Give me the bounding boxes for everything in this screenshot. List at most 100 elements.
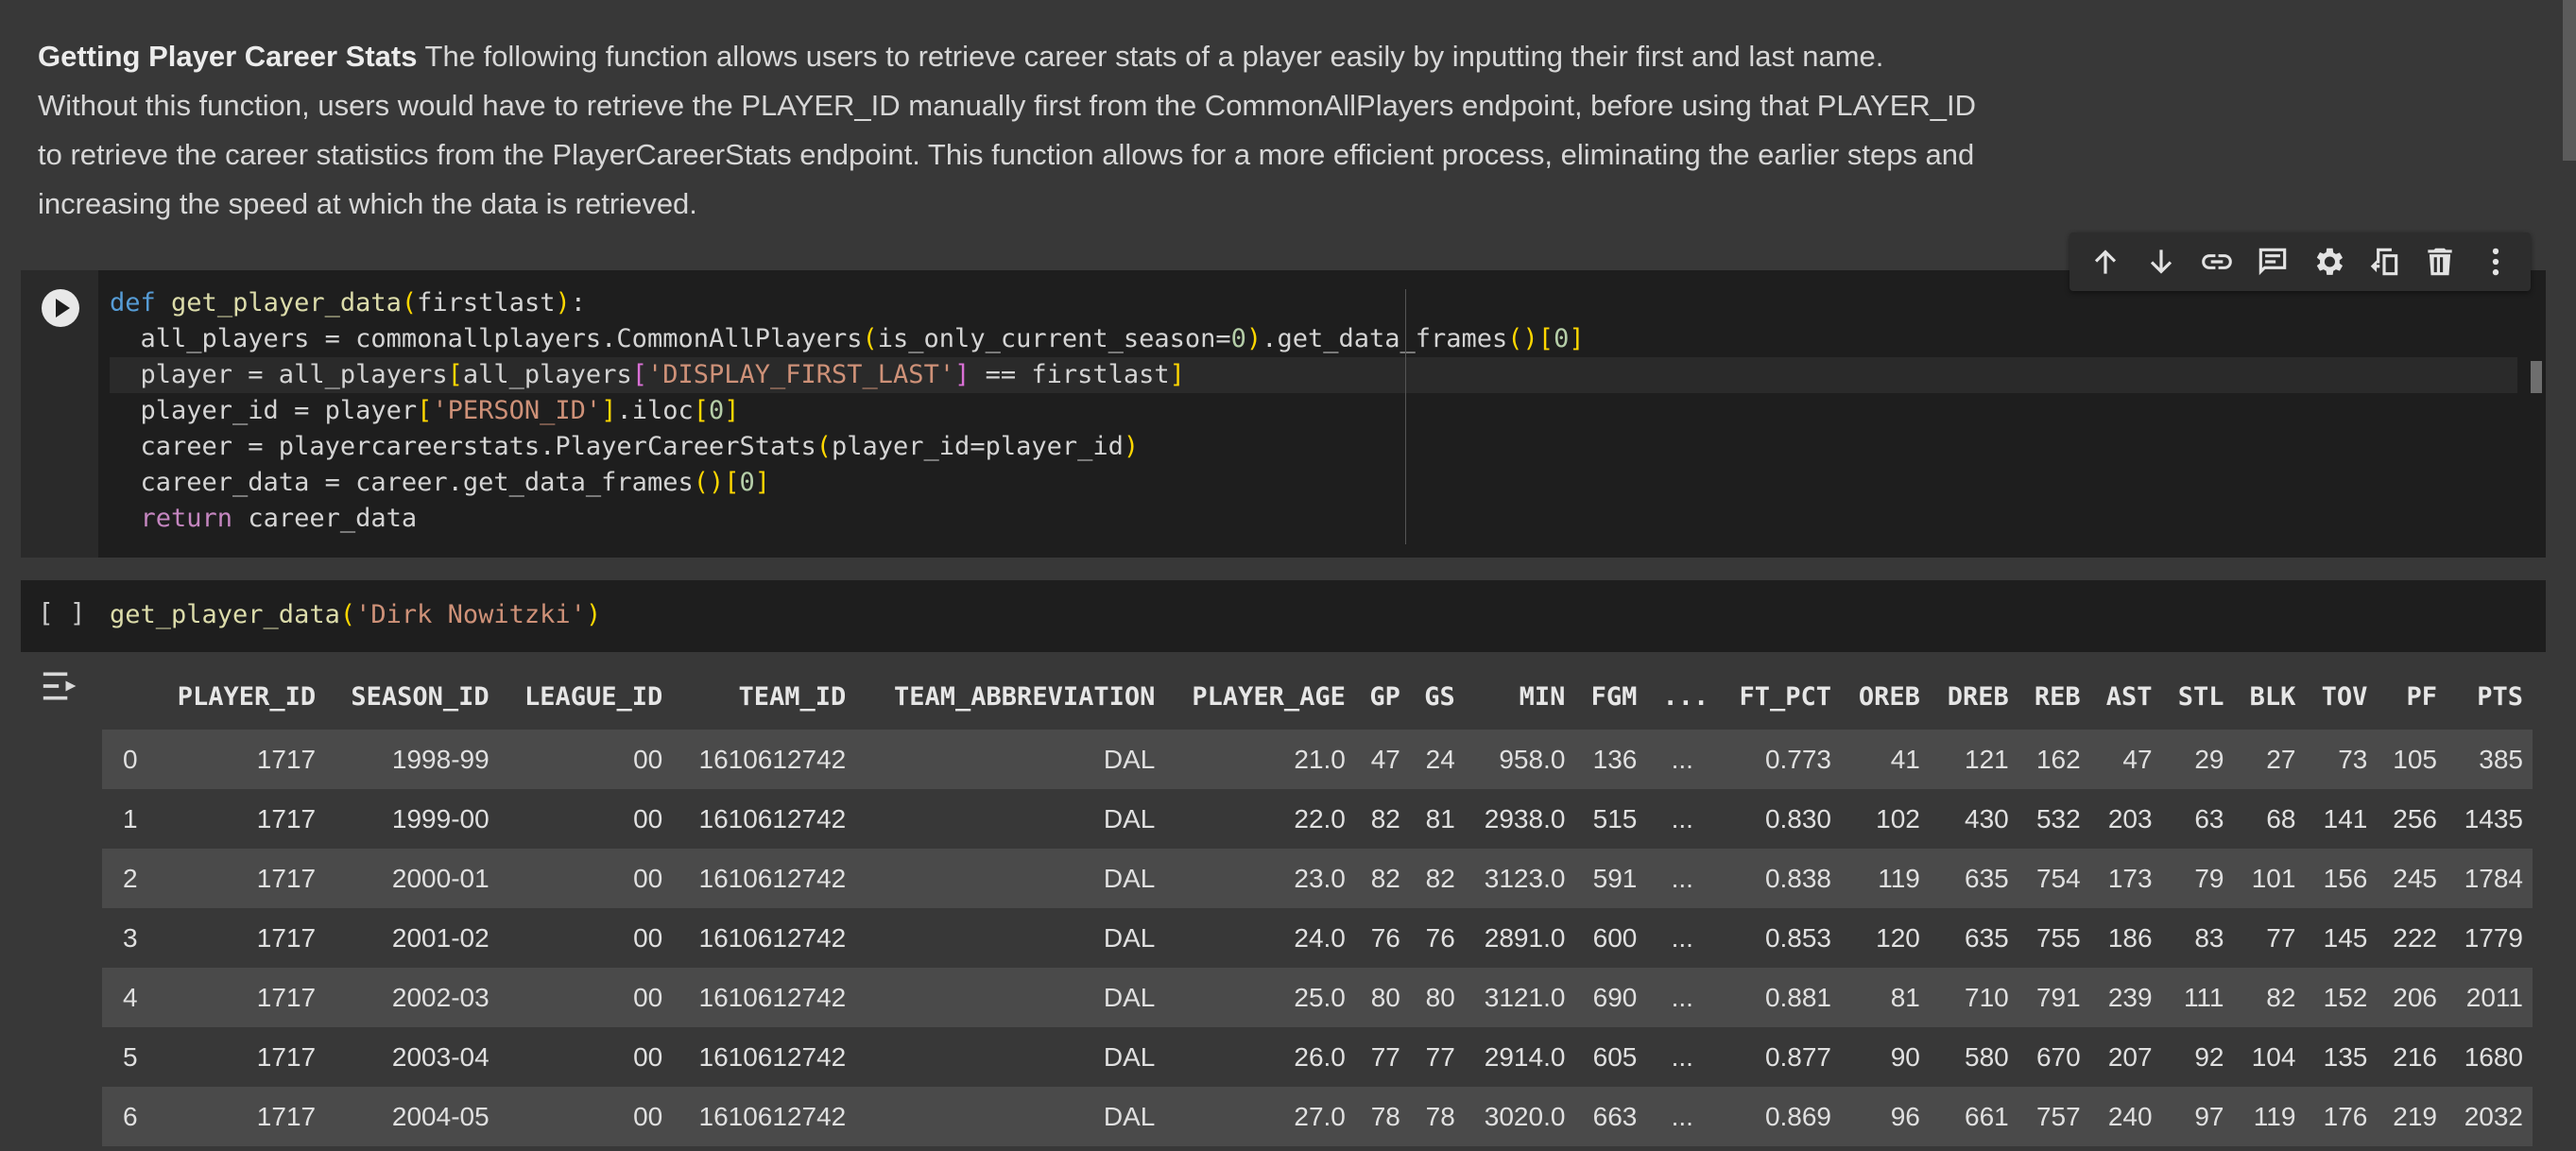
table-cell: DAL	[1103, 803, 1156, 833]
code-cell-function[interactable]: def get_player_data(firstlast): all_play…	[21, 270, 2546, 558]
table-cell: 77	[2266, 922, 2296, 953]
table-cell: 73	[2338, 744, 2368, 774]
table-cell: 92	[2194, 1041, 2224, 1072]
column-header: PLAYER_ID	[151, 665, 326, 730]
column-header: FT_PCT	[1718, 665, 1842, 730]
table-cell: ...	[1671, 1041, 1693, 1072]
copy-link-button[interactable]	[2192, 237, 2241, 286]
table-cell: 0.853	[1764, 922, 1832, 953]
table-cell: 23.0	[1294, 863, 1346, 893]
table-cell: 690	[1592, 982, 1638, 1012]
table-cell: 162	[2035, 744, 2081, 774]
table-cell: 1717	[256, 922, 317, 953]
row-index: 6	[123, 1101, 138, 1131]
run-cell-button[interactable]	[42, 289, 79, 327]
column-header: REB	[2018, 665, 2090, 730]
column-header	[102, 665, 152, 730]
table-cell: 186	[2107, 922, 2153, 953]
table-cell: 958.0	[1499, 744, 1566, 774]
mirror-cell-button[interactable]	[2360, 237, 2409, 286]
table-cell: 1610612742	[698, 1101, 847, 1131]
table-cell: 25.0	[1294, 982, 1346, 1012]
add-comment-button[interactable]	[2248, 237, 2297, 286]
table-cell: 203	[2107, 803, 2153, 833]
code-editor-call[interactable]: get_player_data('Dirk Nowitzki')	[110, 597, 601, 633]
more-vert-icon	[2492, 248, 2499, 276]
table-cell: 173	[2107, 863, 2153, 893]
table-cell: 90	[1890, 1041, 1920, 1072]
table-cell: 97	[2194, 1101, 2224, 1131]
move-up-button[interactable]	[2081, 237, 2130, 286]
table-cell: 755	[2035, 922, 2081, 953]
table-cell: 3123.0	[1484, 863, 1566, 893]
more-actions-button[interactable]	[2471, 237, 2520, 286]
table-cell: 600	[1592, 922, 1638, 953]
table-cell: 1610612742	[698, 803, 847, 833]
column-header: TOV	[2305, 665, 2378, 730]
row-index: 4	[123, 982, 138, 1012]
table-cell: 0.881	[1764, 982, 1832, 1012]
table-row: 3 1717 2001-02 00 1610612742 DAL 24.0 76 76 2891.…	[102, 908, 2533, 968]
table-cell: 1779	[2464, 922, 2523, 953]
table-cell: 206	[2393, 982, 2437, 1012]
table-cell: 216	[2393, 1041, 2437, 1072]
output-options-icon[interactable]	[40, 667, 81, 705]
table-cell: ...	[1671, 803, 1693, 833]
table-header-row: PLAYER_ID SEASON_ID LEAGUE_ID TEAM_ID TEAM_A…	[102, 665, 2533, 730]
code-cell-call[interactable]: [ ] get_player_data('Dirk Nowitzki')	[21, 580, 2546, 652]
move-down-button[interactable]	[2137, 237, 2186, 286]
table-cell: 1610612742	[698, 863, 847, 893]
table-cell: 00	[633, 1101, 663, 1131]
table-cell: 1717	[256, 1041, 317, 1072]
table-cell: 245	[2393, 863, 2437, 893]
table-cell: 1998-99	[391, 744, 489, 774]
table-row: 0 1717 1998-99 00 1610612742 DAL 21.0 47 24 958.0…	[102, 730, 2533, 789]
table-cell: 1610612742	[698, 982, 847, 1012]
table-cell: 1610612742	[698, 744, 847, 774]
table-cell: 0.830	[1764, 803, 1832, 833]
delete-icon	[2427, 248, 2452, 276]
table-cell: 1717	[256, 982, 317, 1012]
table-cell: 3121.0	[1484, 982, 1566, 1012]
line-length-ruler	[1405, 289, 1406, 544]
row-index: 2	[123, 863, 138, 893]
mirror-cell-icon	[2370, 248, 2397, 276]
column-header: GS	[1409, 665, 1465, 730]
page-scrollbar[interactable]	[2563, 0, 2576, 161]
table-cell: 2011	[2465, 982, 2523, 1012]
table-cell: 135	[2323, 1041, 2368, 1072]
table-cell: 757	[2035, 1101, 2081, 1131]
table-cell: 76	[1425, 922, 1455, 953]
markdown-title: Getting Player Career Stats	[38, 40, 418, 73]
table-cell: 102	[1876, 803, 1920, 833]
notebook: Getting Player Career Stats The followin…	[0, 0, 2576, 1151]
table-cell: 754	[2035, 863, 2081, 893]
table-cell: 81	[1425, 803, 1455, 833]
table-cell: 82	[2266, 982, 2296, 1012]
table-cell: 791	[2035, 982, 2081, 1012]
column-header: PLAYER_AGE	[1164, 665, 1355, 730]
table-cell: ...	[1671, 744, 1693, 774]
table-cell: 82	[1370, 863, 1400, 893]
table-cell: 1717	[256, 1101, 317, 1131]
table-cell: 2938.0	[1484, 803, 1566, 833]
table-cell: 532	[2035, 803, 2081, 833]
column-header: MIN	[1464, 665, 1575, 730]
code-editor[interactable]: def get_player_data(firstlast): all_play…	[110, 285, 2517, 537]
column-header: TEAM_ABBREVIATION	[855, 665, 1165, 730]
table-cell: 3020.0	[1484, 1101, 1566, 1131]
table-cell: 119	[2253, 1101, 2296, 1131]
career-stats-table: PLAYER_ID SEASON_ID LEAGUE_ID TEAM_ID TEAM_A…	[102, 665, 2533, 1146]
table-cell: 27	[2266, 744, 2296, 774]
execution-count[interactable]: [ ]	[38, 597, 86, 628]
table-cell: 152	[2323, 982, 2368, 1012]
gear-icon	[2316, 248, 2343, 275]
table-cell: 68	[2266, 803, 2296, 833]
table-cell: 710	[1965, 982, 2009, 1012]
table-cell: 156	[2323, 863, 2368, 893]
cell-settings-button[interactable]	[2304, 237, 2353, 286]
table-cell: 2891.0	[1484, 922, 1566, 953]
delete-cell-button[interactable]	[2415, 237, 2464, 286]
table-cell: 111	[2183, 982, 2224, 1012]
table-cell: 47	[2122, 744, 2153, 774]
